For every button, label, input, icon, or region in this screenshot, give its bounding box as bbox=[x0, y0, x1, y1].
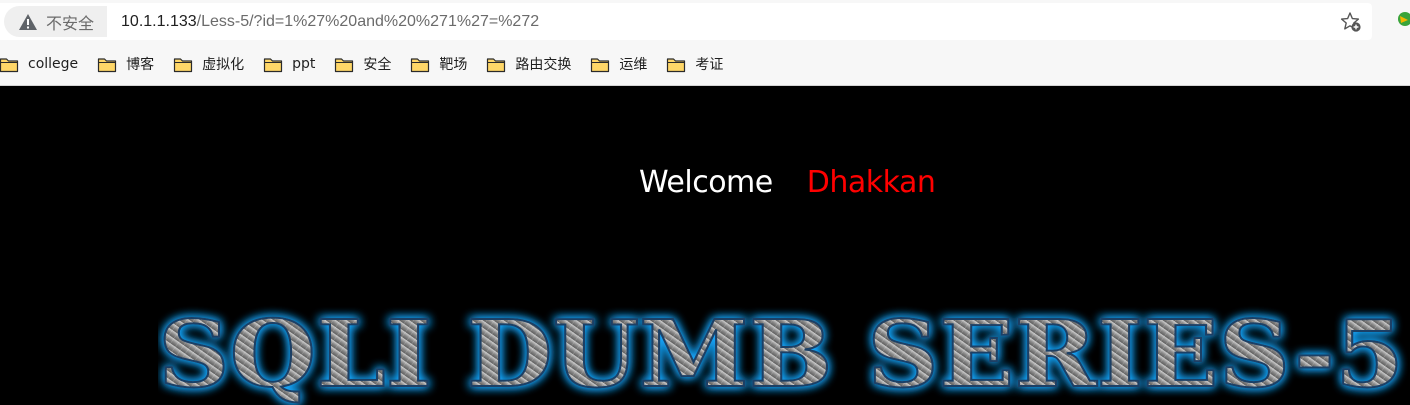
bookmark-folder-routing-switching[interactable]: 路由交换 bbox=[486, 54, 571, 74]
browser-chrome: 不安全 10.1.1.133/Less-5/?id=1%27%20and%20%… bbox=[0, 0, 1410, 86]
folder-icon bbox=[411, 57, 430, 72]
extension-icon[interactable] bbox=[1396, 11, 1410, 32]
folder-icon bbox=[98, 57, 117, 72]
folder-icon bbox=[174, 57, 193, 72]
folder-icon bbox=[667, 57, 686, 72]
add-favorite-star-icon[interactable] bbox=[1340, 11, 1362, 38]
bookmark-label: ppt bbox=[292, 56, 316, 72]
bookmarks-bar: college 博客 虚拟化 ppt 安全 靶场 路由交换 运维 考证 bbox=[0, 52, 742, 76]
bookmark-folder-virtualization[interactable]: 虚拟化 bbox=[173, 54, 244, 74]
bookmark-folder-security[interactable]: 安全 bbox=[334, 54, 391, 74]
bookmark-folder-ppt[interactable]: ppt bbox=[263, 56, 315, 73]
bookmark-folder-blog[interactable]: 博客 bbox=[97, 54, 154, 74]
bookmark-label: college bbox=[28, 56, 79, 72]
bookmark-label: 运维 bbox=[619, 57, 648, 73]
series-title-banner: SQLI DUMB SERIES-5 bbox=[158, 299, 1405, 405]
folder-icon bbox=[264, 57, 283, 72]
security-label: 不安全 bbox=[46, 15, 95, 33]
bookmark-label: 博客 bbox=[126, 57, 155, 73]
user-name: Dhakkan bbox=[806, 165, 936, 200]
security-indicator[interactable]: 不安全 bbox=[4, 6, 108, 37]
folder-icon bbox=[487, 57, 506, 72]
url-text[interactable]: 10.1.1.133/Less-5/?id=1%27%20and%20%271%… bbox=[121, 13, 539, 31]
bookmark-folder-college[interactable]: college bbox=[0, 56, 78, 73]
bookmark-label: 考证 bbox=[695, 57, 724, 73]
bookmark-label: 靶场 bbox=[439, 57, 468, 73]
welcome-message: Welcome Dhakkan bbox=[639, 165, 936, 200]
banner-title: SQLI DUMB SERIES-5 bbox=[158, 300, 1404, 405]
bookmark-label: 路由交换 bbox=[515, 57, 572, 73]
page-content: Welcome Dhakkan SQLI DUMB SERIES-5 bbox=[0, 86, 1410, 405]
bookmark-folder-ops[interactable]: 运维 bbox=[590, 54, 647, 74]
folder-icon bbox=[335, 57, 354, 72]
bookmark-label: 虚拟化 bbox=[202, 57, 245, 73]
warning-icon bbox=[19, 13, 37, 30]
address-bar[interactable]: 不安全 10.1.1.133/Less-5/?id=1%27%20and%20%… bbox=[0, 3, 1372, 40]
folder-icon bbox=[591, 57, 610, 72]
bookmark-folder-range[interactable]: 靶场 bbox=[410, 54, 467, 74]
welcome-text: Welcome bbox=[639, 165, 773, 200]
url-path: /Less-5/?id=1%27%20and%20%271%27=%272 bbox=[196, 12, 540, 30]
folder-icon bbox=[0, 57, 19, 72]
bookmark-folder-certification[interactable]: 考证 bbox=[666, 54, 723, 74]
url-host: 10.1.1.133 bbox=[121, 12, 197, 30]
bookmark-label: 安全 bbox=[363, 57, 392, 73]
